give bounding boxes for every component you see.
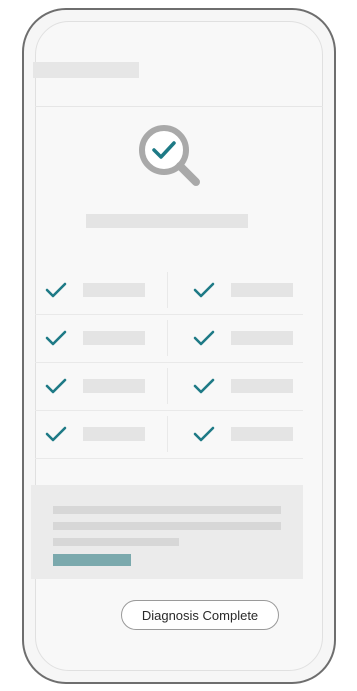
check-item [35, 314, 165, 362]
checklist-row [35, 314, 303, 363]
check-icon [45, 282, 67, 298]
check-item-placeholder [83, 331, 145, 345]
checklist-row [35, 362, 303, 411]
check-item-placeholder [231, 379, 293, 393]
check-icon [193, 378, 215, 394]
summary-text-line [53, 538, 179, 546]
checklist-row [35, 410, 303, 459]
check-item-placeholder [231, 331, 293, 345]
check-item-placeholder [83, 427, 145, 441]
check-item-placeholder [231, 427, 293, 441]
summary-action-placeholder[interactable] [53, 554, 131, 566]
check-item-placeholder [231, 283, 293, 297]
check-icon [193, 282, 215, 298]
check-item [183, 362, 313, 410]
summary-text-line [53, 506, 281, 514]
checklist-grid [35, 266, 303, 459]
check-item [35, 410, 165, 458]
search-magnifier-with-check-icon [139, 125, 200, 186]
check-icon [45, 426, 67, 442]
title-placeholder [86, 214, 248, 228]
check-item [35, 266, 165, 314]
diagnosis-status-label: Diagnosis Complete [141, 607, 259, 623]
check-item [183, 410, 313, 458]
header-placeholder [33, 62, 139, 78]
column-divider [167, 320, 168, 356]
header-divider [35, 106, 323, 107]
column-divider [167, 272, 168, 308]
check-icon [193, 330, 215, 346]
check-icon [45, 330, 67, 346]
summary-text-line [53, 522, 281, 530]
checklist-row [35, 266, 303, 315]
check-item-placeholder [83, 379, 145, 393]
check-icon [45, 378, 67, 394]
column-divider [167, 416, 168, 452]
check-icon [193, 426, 215, 442]
check-item [35, 362, 165, 410]
summary-card [31, 485, 303, 579]
check-item [183, 314, 313, 362]
check-item-placeholder [83, 283, 145, 297]
column-divider [167, 368, 168, 404]
check-item [183, 266, 313, 314]
diagnosis-status-button[interactable]: Diagnosis Complete [121, 600, 279, 630]
